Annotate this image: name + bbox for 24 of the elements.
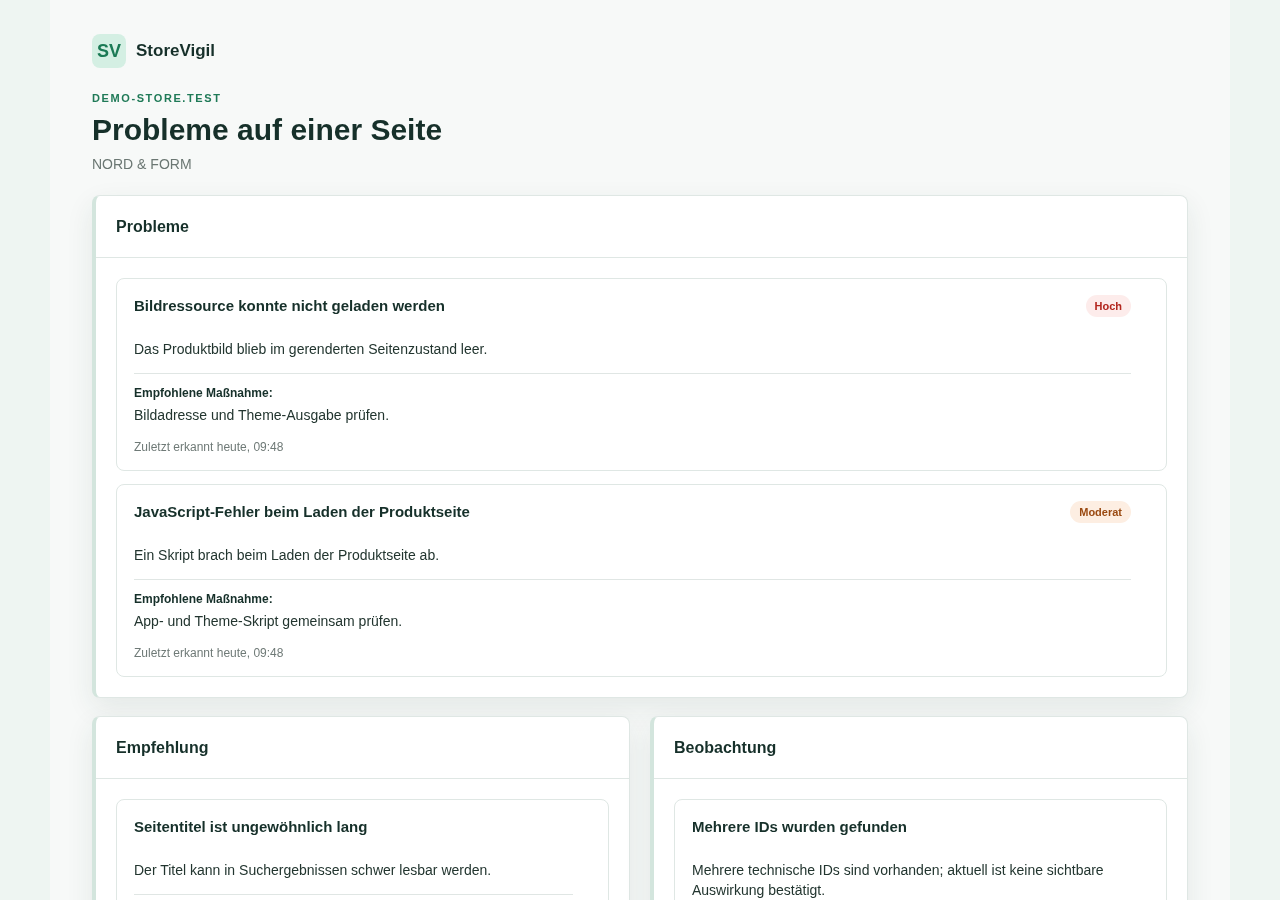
brand-name: StoreVigil [136, 41, 216, 61]
severity-badge: Hoch [1085, 295, 1131, 317]
action-text: Bildadresse und Theme-Ausgabe prüfen. [134, 406, 390, 425]
issue-description: Das Produktbild blieb im gerenderten Seitenzustand leer. [134, 340, 489, 359]
section-title: Empfehlung [116, 738, 210, 758]
logo: SV [92, 34, 126, 68]
severity-badge: Moderat [1070, 501, 1131, 523]
issue-title: Bildressource konnte nicht geladen werden [134, 296, 445, 316]
issue-title: Mehrere IDs wurden gefunden [692, 817, 908, 837]
issue-description: Ein Skript brach beim Laden der Produktseite ab. [134, 546, 441, 565]
issue-description: Der Titel kann in Suchergebnissen schwer lesbar werden. [134, 861, 493, 880]
action-label: Empfohlene Maßnahme: [134, 385, 274, 401]
section-title: Beobachtung [674, 738, 778, 758]
store-domain: DEMO-STORE.TEST [92, 91, 223, 105]
detected-time: Zuletzt erkannt heute, 09:48 [134, 439, 285, 455]
issue-description: Mehrere technische IDs sind vorhanden; aktuell ist keine sichtbare Auswirkung bestätigt. [692, 861, 1105, 900]
detected-time: Zuletzt erkannt heute, 09:48 [134, 645, 285, 661]
action-text: App- und Theme-Skript gemeinsam prüfen. [134, 612, 404, 631]
issue-title: JavaScript-Fehler beim Laden der Produktseite [134, 502, 470, 522]
store-name: NORD & FORM [92, 155, 193, 173]
action-label: Empfohlene Maßnahme: [134, 591, 274, 607]
issue-title: Seitentitel ist ungewöhnlich lang [134, 817, 368, 837]
section-title: Probleme [116, 217, 190, 237]
page-title: Probleme auf einer Seite [92, 112, 444, 148]
